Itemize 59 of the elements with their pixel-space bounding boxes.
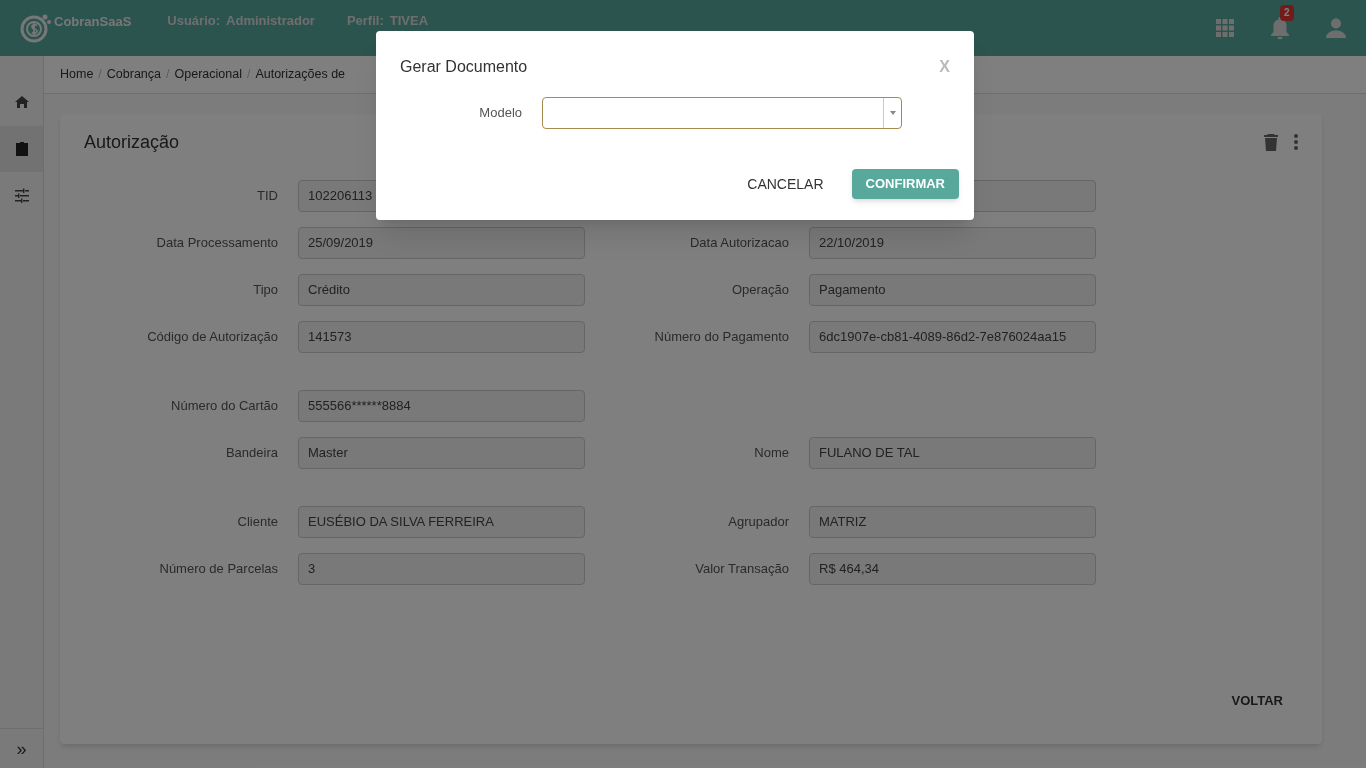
text-field[interactable]: 555566******8884 xyxy=(298,390,585,422)
breadcrumb-link[interactable]: Autorizações de xyxy=(255,65,346,84)
text-field[interactable]: Master xyxy=(298,437,585,469)
confirm-button[interactable]: CONFIRMAR xyxy=(851,169,959,199)
text-field[interactable]: EUSÉBIO DA SILVA FERREIRA xyxy=(298,506,585,538)
notification-badge: 2 xyxy=(1280,5,1294,21)
field-label: Nome xyxy=(753,444,789,463)
field-label: Cliente xyxy=(236,513,278,532)
user-name: Administrador xyxy=(226,12,315,30)
logo-icon xyxy=(20,13,52,43)
breadcrumb-separator: / xyxy=(246,66,251,84)
field-label: Tipo xyxy=(252,281,278,300)
user-icon[interactable] xyxy=(1326,18,1346,38)
close-button[interactable]: X xyxy=(939,55,950,79)
field-label: Número do Pagamento xyxy=(653,328,789,347)
more-icon[interactable] xyxy=(1294,134,1298,150)
text-field[interactable]: 6dc1907e-cb81-4089-86d2-7e876024aa15 xyxy=(809,321,1096,353)
expand-button[interactable]: » xyxy=(0,728,43,768)
model-select[interactable] xyxy=(542,97,902,129)
field-label: Bandeira xyxy=(224,444,278,463)
back-button[interactable]: VOLTAR xyxy=(1223,686,1291,714)
dialog-title: Gerar Documento xyxy=(400,57,529,77)
breadcrumb-link[interactable]: Cobrança xyxy=(106,65,162,84)
text-field[interactable]: 3 xyxy=(298,553,585,585)
field-label: Operação xyxy=(730,281,789,300)
apps-icon[interactable] xyxy=(1216,19,1234,37)
breadcrumb-separator: / xyxy=(98,66,102,84)
bell-icon[interactable] xyxy=(1270,17,1290,39)
field-label: Número do Cartão xyxy=(170,397,278,416)
text-field[interactable]: R$ 464,34 xyxy=(809,553,1096,585)
field-label: Código de Autorização xyxy=(146,328,278,347)
text-field[interactable]: 22/10/2019 xyxy=(809,227,1096,259)
field-label: Data Processamento xyxy=(155,234,278,253)
breadcrumb-separator: / xyxy=(166,66,170,84)
profile-name: TIVEA xyxy=(389,12,429,30)
text-field[interactable]: 141573 xyxy=(298,321,585,353)
brand-name: CobranSaaS xyxy=(54,13,132,31)
profile-label: Perfil: xyxy=(346,12,384,30)
text-field[interactable]: MATRIZ xyxy=(809,506,1096,538)
user-label: Usuário: xyxy=(167,12,221,30)
delete-icon[interactable] xyxy=(1264,133,1278,151)
field-label: Valor Transação xyxy=(694,560,789,579)
card-title: Autorização xyxy=(84,131,181,154)
field-label: Número de Parcelas xyxy=(158,560,278,579)
home-icon xyxy=(14,95,29,111)
cancel-button[interactable]: CANCELAR xyxy=(735,169,836,199)
text-field[interactable]: 25/09/2019 xyxy=(298,227,585,259)
field-label: Modelo xyxy=(478,104,522,123)
text-field[interactable]: Pagamento xyxy=(809,274,1096,306)
text-field[interactable]: FULANO DE TAL xyxy=(809,437,1096,469)
sidebar-item[interactable] xyxy=(0,126,43,172)
sliders-icon xyxy=(14,187,29,203)
breadcrumb-link[interactable]: Operacional xyxy=(174,65,242,84)
field-label: Agrupador xyxy=(727,513,789,532)
field-label: TID xyxy=(256,187,278,206)
breadcrumb-link[interactable]: Home xyxy=(60,65,94,84)
text-field[interactable]: Crédito xyxy=(298,274,585,306)
clipboard-icon xyxy=(14,141,29,157)
field-label: Data Autorizacao xyxy=(689,234,789,253)
